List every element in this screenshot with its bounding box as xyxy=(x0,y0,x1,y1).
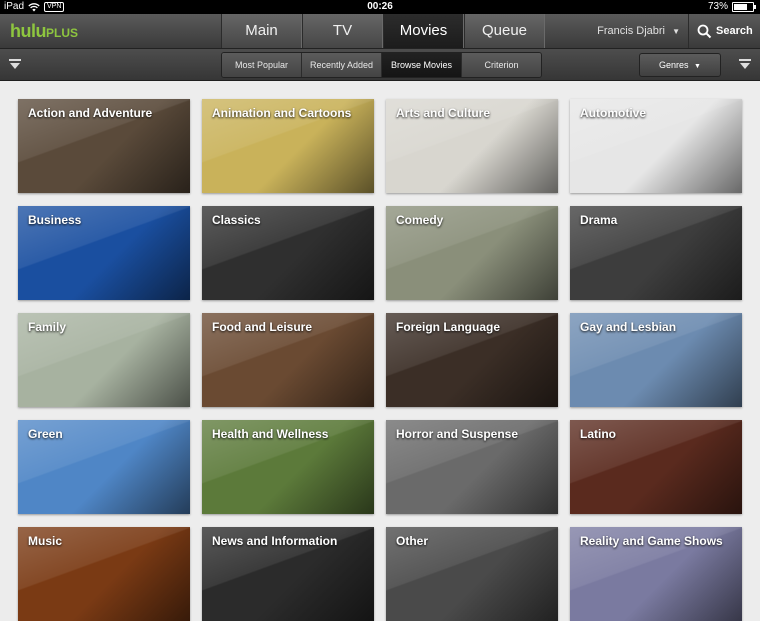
genre-tile-health-and-wellness[interactable]: Health and Wellness xyxy=(202,420,374,514)
tile-label: Green xyxy=(28,427,63,441)
genres-dropdown[interactable]: Genres ▼ xyxy=(639,53,721,77)
subtab-criterion[interactable]: Criterion xyxy=(462,53,541,77)
genre-tile-reality-and-game-shows[interactable]: Reality and Game Shows xyxy=(570,527,742,621)
genre-tile-other[interactable]: Other xyxy=(386,527,558,621)
subtab-most-popular[interactable]: Most Popular xyxy=(222,53,302,77)
sub-tabs: Most Popular Recently Added Browse Movie… xyxy=(221,52,542,78)
genre-tile-animation-and-cartoons[interactable]: Animation and Cartoons xyxy=(202,99,374,193)
clock: 00:26 xyxy=(367,1,393,12)
genre-tile-business[interactable]: Business xyxy=(18,206,190,300)
main-tabs: Main TV Movies Queue xyxy=(221,14,545,48)
right-menu-button[interactable] xyxy=(736,55,754,73)
status-bar-right: 73% xyxy=(707,0,756,14)
search-button[interactable]: Search xyxy=(688,14,760,48)
genre-tile-food-and-leisure[interactable]: Food and Leisure xyxy=(202,313,374,407)
tile-label: Classics xyxy=(212,213,261,227)
genre-tile-family[interactable]: Family xyxy=(18,313,190,407)
tile-label: Food and Leisure xyxy=(212,320,313,334)
genre-tile-comedy[interactable]: Comedy xyxy=(386,206,558,300)
genre-tile-green[interactable]: Green xyxy=(18,420,190,514)
genres-label: Genres xyxy=(659,60,689,70)
genre-tile-classics[interactable]: Classics xyxy=(202,206,374,300)
genre-tile-foreign-language[interactable]: Foreign Language xyxy=(386,313,558,407)
battery-percent: 73% xyxy=(707,1,728,12)
genre-tile-gay-and-lesbian[interactable]: Gay and Lesbian xyxy=(570,313,742,407)
menu-down-icon xyxy=(739,58,751,69)
tab-movies[interactable]: Movies xyxy=(383,14,464,48)
user-name: Francis Djabri xyxy=(597,25,666,37)
tile-label: Latino xyxy=(580,427,616,441)
tile-label: Family xyxy=(28,320,67,334)
user-menu[interactable]: Francis Djabri ▼ xyxy=(597,14,680,48)
genre-tile-drama[interactable]: Drama xyxy=(570,206,742,300)
chevron-down-icon: ▼ xyxy=(672,27,680,36)
tab-main[interactable]: Main xyxy=(221,14,302,48)
status-bar: iPad VPN 00:26 73% xyxy=(0,0,760,14)
genre-tile-action-and-adventure[interactable]: Action and Adventure xyxy=(18,99,190,193)
genre-grid: Action and Adventure Animation and Carto… xyxy=(0,81,760,621)
tab-queue[interactable]: Queue xyxy=(464,14,545,48)
tile-label: Action and Adventure xyxy=(28,106,153,120)
tile-label: Comedy xyxy=(396,213,444,227)
search-icon xyxy=(697,24,712,38)
menu-down-icon xyxy=(9,58,21,69)
genre-tile-news-and-information[interactable]: News and Information xyxy=(202,527,374,621)
subtab-browse-movies[interactable]: Browse Movies xyxy=(382,53,462,77)
genre-tile-arts-and-culture[interactable]: Arts and Culture xyxy=(386,99,558,193)
tile-label: Music xyxy=(28,534,63,548)
logo-hulu: hulu xyxy=(10,21,47,41)
tile-label: Drama xyxy=(580,213,618,227)
tile-label: Reality and Game Shows xyxy=(580,534,723,548)
tile-label: Business xyxy=(28,213,82,227)
hulu-plus-logo[interactable]: huluPLUS xyxy=(10,21,78,42)
genre-tile-music[interactable]: Music xyxy=(18,527,190,621)
genre-tile-latino[interactable]: Latino xyxy=(570,420,742,514)
tile-label: Animation and Cartoons xyxy=(212,106,352,120)
chevron-down-icon: ▼ xyxy=(694,63,701,70)
sub-nav: Most Popular Recently Added Browse Movie… xyxy=(0,49,760,81)
tile-label: Horror and Suspense xyxy=(396,427,519,441)
search-label: Search xyxy=(716,25,753,37)
logo-plus: PLUS xyxy=(46,26,79,40)
tile-label: Arts and Culture xyxy=(396,106,491,120)
tile-label: Foreign Language xyxy=(396,320,501,334)
tile-label: News and Information xyxy=(212,534,338,548)
tile-label: Automotive xyxy=(580,106,646,120)
battery-icon xyxy=(732,2,756,12)
tile-label: Health and Wellness xyxy=(212,427,329,441)
genre-tile-horror-and-suspense[interactable]: Horror and Suspense xyxy=(386,420,558,514)
genre-tile-automotive[interactable]: Automotive xyxy=(570,99,742,193)
subtab-recently-added[interactable]: Recently Added xyxy=(302,53,382,77)
tile-label: Gay and Lesbian xyxy=(580,320,677,334)
tile-label: Other xyxy=(396,534,429,548)
top-nav: huluPLUS Main TV Movies Queue Francis Dj… xyxy=(0,14,760,49)
left-menu-button[interactable] xyxy=(6,55,24,73)
tab-tv[interactable]: TV xyxy=(302,14,383,48)
